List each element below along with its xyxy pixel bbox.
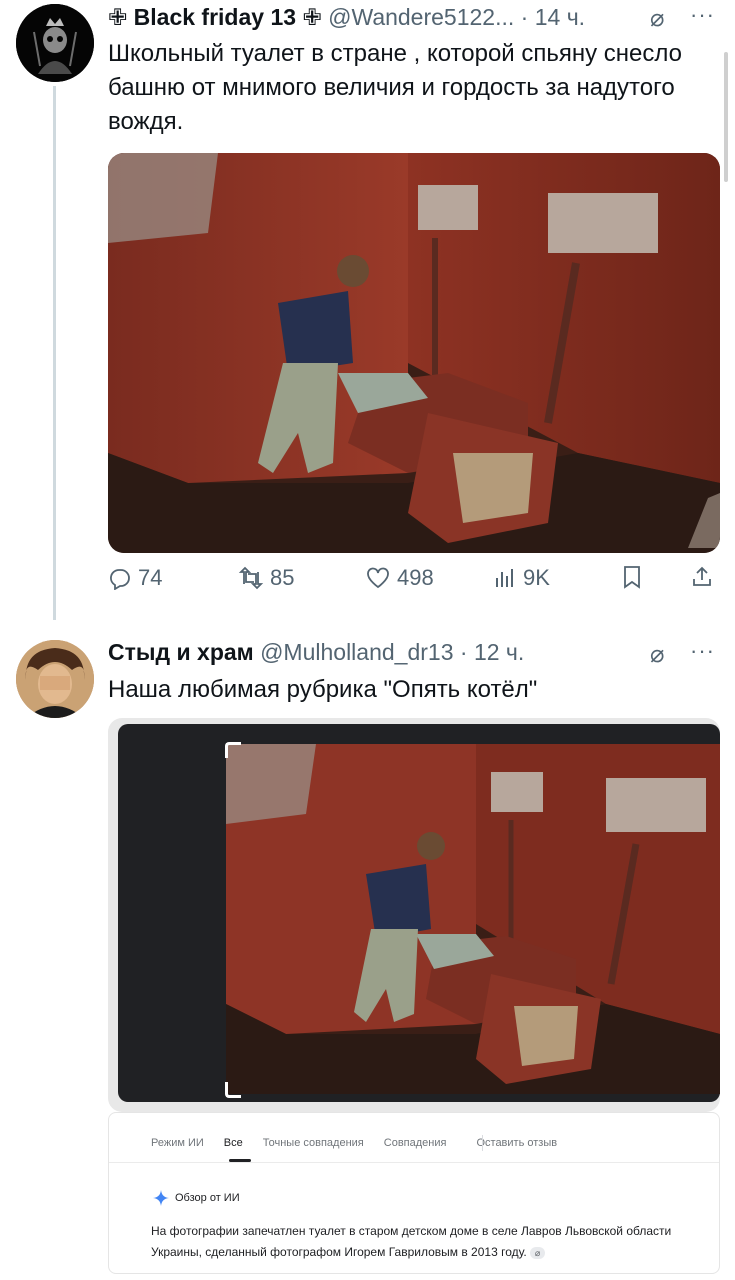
crop-corner-top-left[interactable]	[225, 742, 241, 758]
tweet1-display-name[interactable]: Black friday 13	[134, 4, 296, 30]
bookmark-icon	[624, 566, 640, 589]
tab-matches[interactable]: Совпадения	[384, 1137, 447, 1149]
tab-separator	[482, 1135, 483, 1151]
scrollbar[interactable]	[724, 52, 728, 182]
repost-button[interactable]: 85	[238, 565, 294, 591]
tweet1-time[interactable]: 14 ч.	[535, 4, 585, 30]
repost-count: 85	[270, 565, 295, 590]
cross-icon: ✙	[108, 4, 128, 30]
tweet2-header: Стыд и храм @Mulholland_dr13 · 12 ч.	[108, 639, 524, 666]
tab-ai-mode[interactable]: Режим ИИ	[151, 1137, 204, 1149]
reply-count: 74	[138, 565, 163, 590]
grok-icon[interactable]: ⌀	[650, 640, 664, 669]
toilet-room-image	[226, 744, 720, 1094]
image-viewer	[118, 724, 720, 1102]
tweet2-text: Наша любимая рубрика "Опять котёл"	[108, 676, 538, 703]
link-icon[interactable]: ⌀	[530, 1246, 546, 1259]
ai-overview-header: Обзор от ИИ	[153, 1190, 240, 1206]
toilet-room-image	[108, 153, 720, 553]
tab-all[interactable]: Все	[224, 1137, 243, 1149]
tweet2-time[interactable]: 12 ч.	[474, 639, 524, 665]
avatar-facepalm-icon	[16, 640, 94, 718]
thread-line	[53, 86, 56, 620]
reply-icon	[110, 569, 130, 590]
search-results-panel: Режим ИИ Все Точные совпадения Совпадени…	[108, 1112, 720, 1274]
crop-corner-bottom-left[interactable]	[225, 1082, 241, 1098]
avatar-skull-icon	[16, 4, 94, 82]
grok-icon[interactable]: ⌀	[650, 4, 664, 33]
tweet2-handle[interactable]: @Mulholland_dr13	[260, 639, 453, 665]
repost-icon	[238, 566, 264, 590]
views-count: 9K	[523, 565, 550, 590]
sparkle-icon	[153, 1190, 169, 1206]
tweet2-screenshot[interactable]	[108, 718, 720, 1112]
tweet1-text: Школьный туалет в стране , которой спьян…	[108, 40, 683, 135]
share-icon	[693, 566, 711, 586]
separator-dot: ·	[520, 4, 529, 30]
tab-exact-matches[interactable]: Точные совпадения	[263, 1137, 364, 1149]
search-tabs: Режим ИИ Все Точные совпадения Совпадени…	[151, 1137, 557, 1149]
panel-divider	[109, 1162, 719, 1163]
more-icon[interactable]: ···	[690, 2, 715, 28]
ai-overview-title: Обзор от ИИ	[175, 1192, 240, 1204]
ai-overview-body: На фотографии запечатлен туалет в старом…	[151, 1224, 672, 1259]
tweet1-header: ✙ Black friday 13 ✙ @Wandere5122... · 14…	[108, 4, 585, 31]
share-button[interactable]	[690, 565, 714, 589]
like-count: 498	[397, 565, 434, 590]
like-button[interactable]: 498	[365, 565, 434, 591]
tab-feedback[interactable]: Оставить отзыв	[476, 1137, 557, 1149]
ai-overview-text: На фотографии запечатлен туалет в старом…	[151, 1221, 711, 1263]
tweet1-photo[interactable]	[108, 153, 720, 553]
reply-button[interactable]: 74	[108, 565, 162, 591]
avatar-tweet2[interactable]	[16, 640, 94, 718]
more-icon[interactable]: ···	[690, 638, 715, 664]
views-icon	[496, 569, 513, 587]
avatar-tweet1[interactable]	[16, 4, 94, 82]
separator-dot: ·	[459, 639, 468, 665]
heart-icon	[367, 567, 389, 589]
tweet1-handle[interactable]: @Wandere5122...	[328, 4, 514, 30]
search-result-photo[interactable]	[226, 744, 720, 1094]
bookmark-button[interactable]	[621, 565, 643, 589]
tweet2-display-name[interactable]: Стыд и храм	[108, 639, 254, 665]
views-button[interactable]: 9K	[493, 565, 550, 591]
tweet1-actions: 74 85 498 9K	[108, 565, 720, 599]
cross-icon: ✙	[302, 4, 322, 30]
